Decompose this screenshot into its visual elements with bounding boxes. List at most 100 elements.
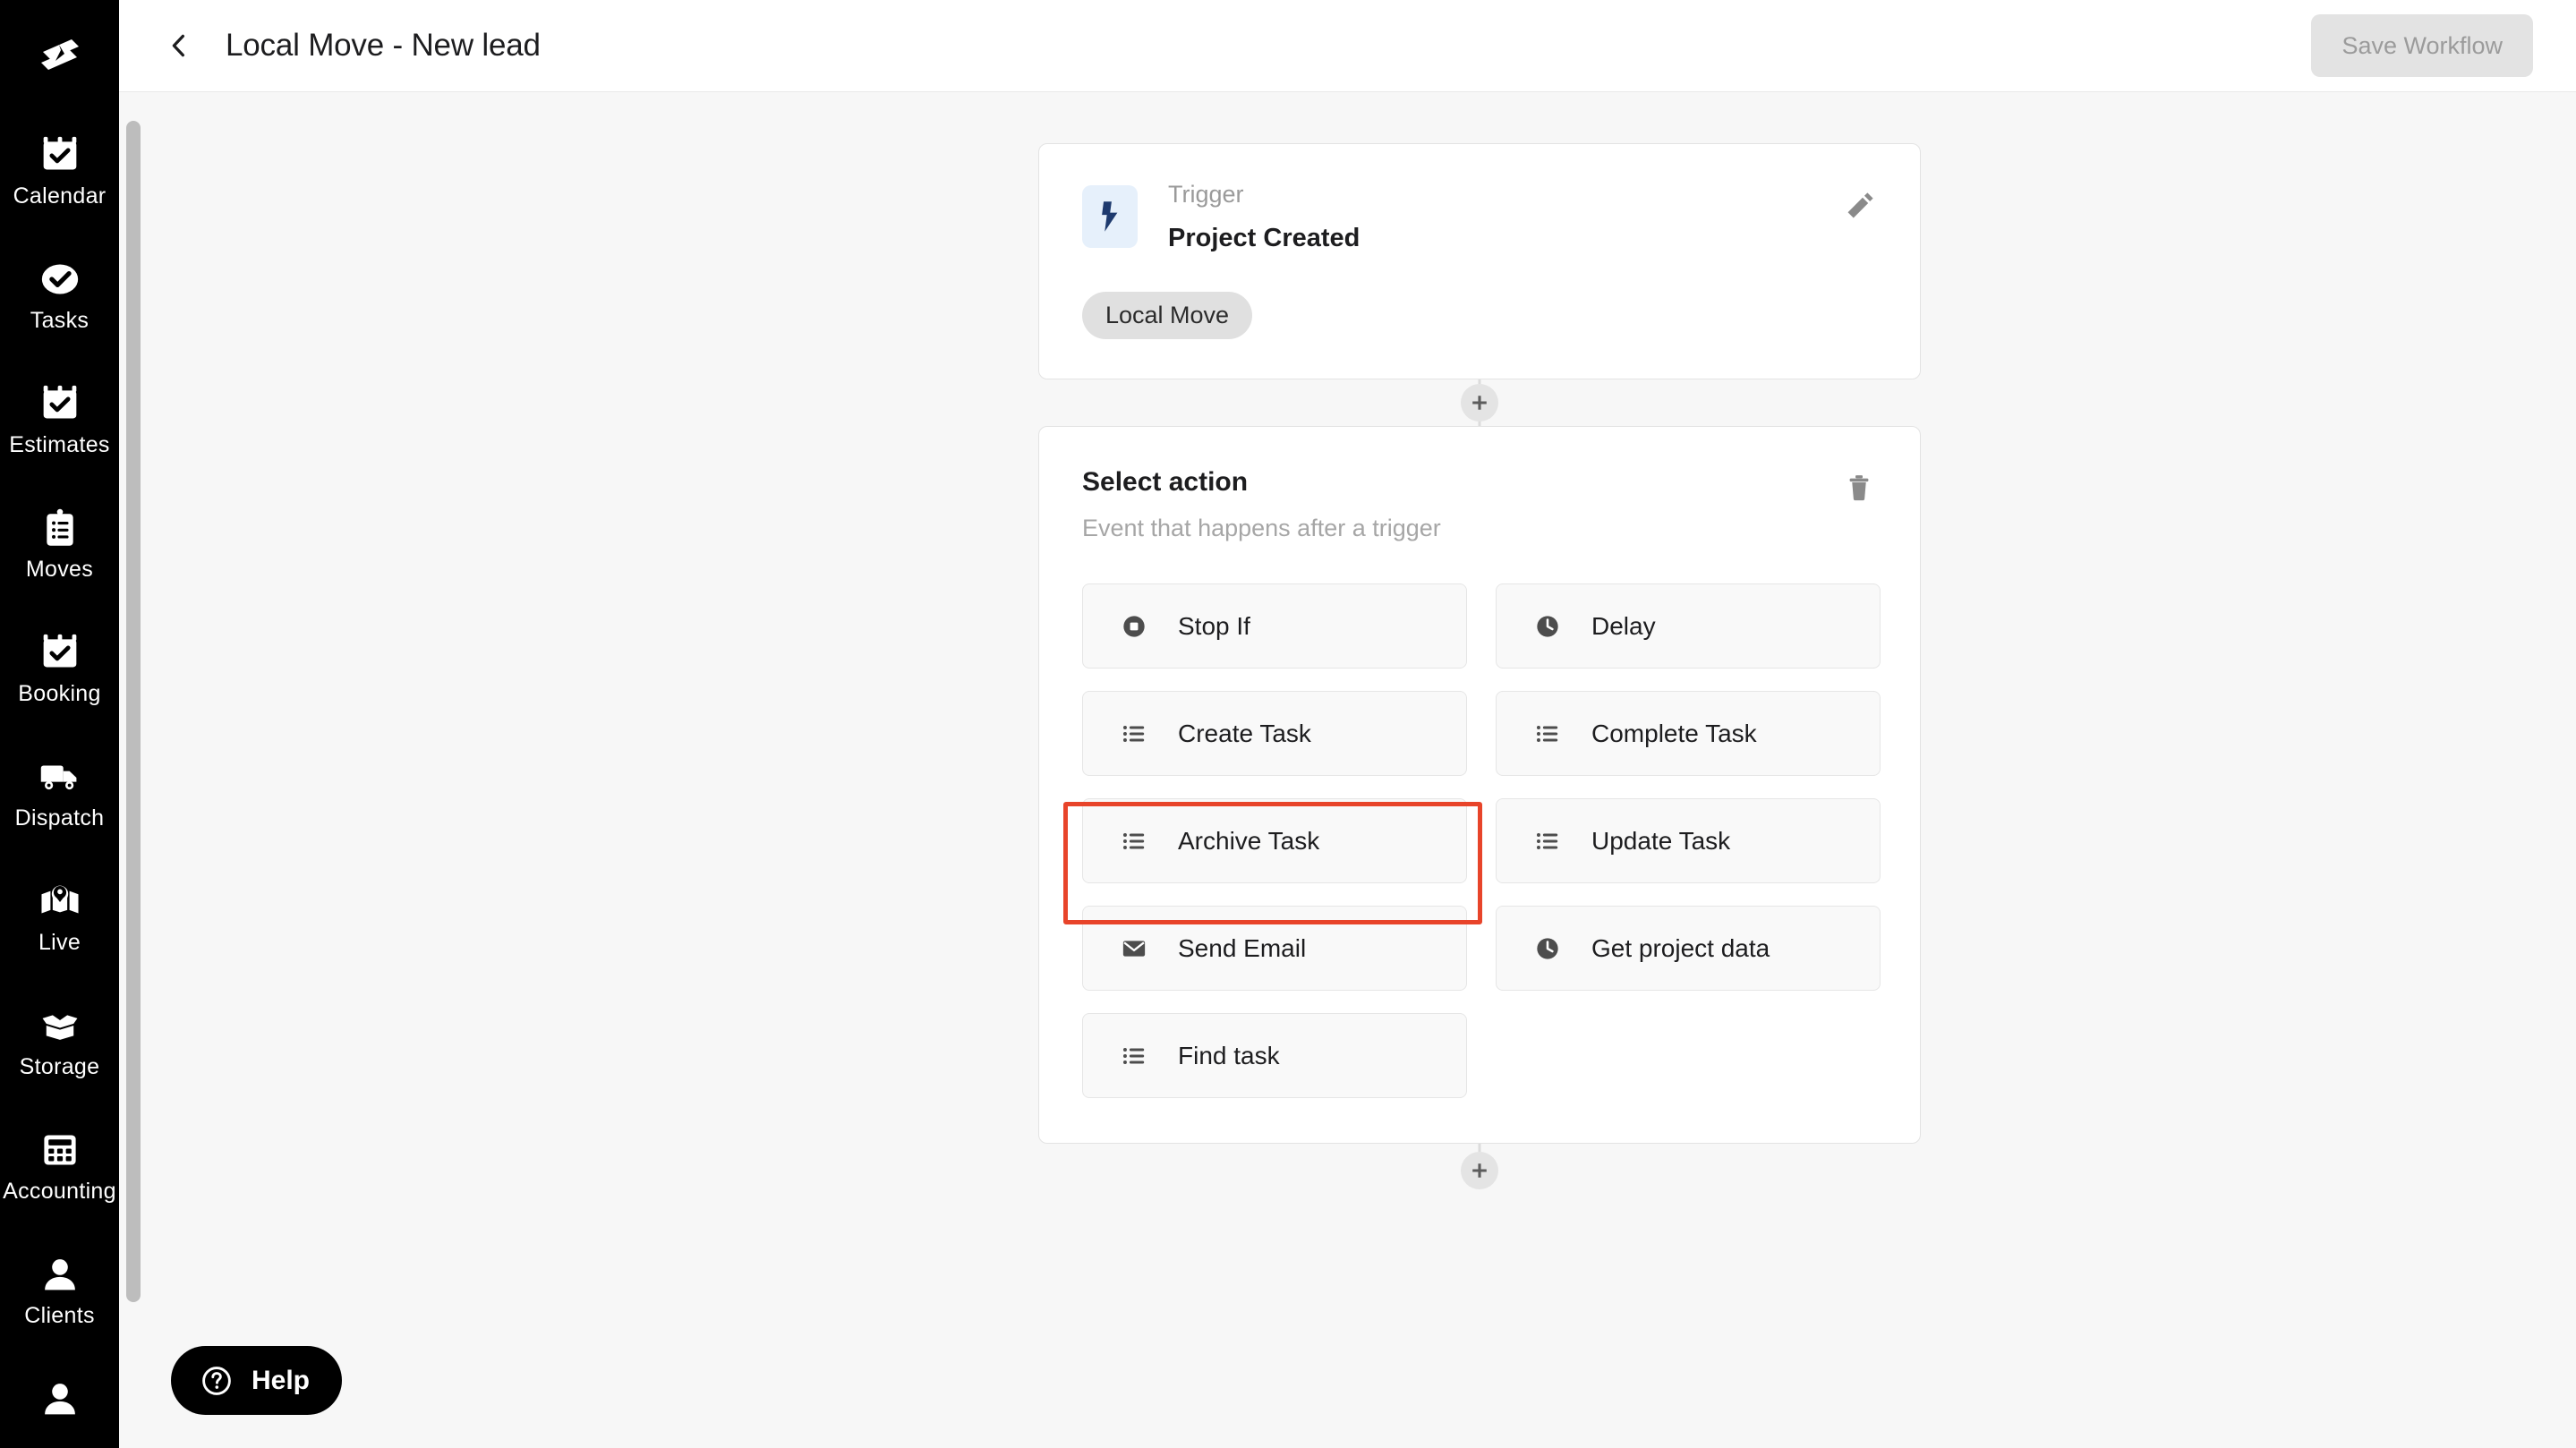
pencil-icon: [1847, 192, 1873, 218]
sidebar-item-label: Tasks: [30, 308, 90, 333]
app-logo-icon: [40, 38, 79, 70]
action-button-label: Stop If: [1178, 611, 1250, 640]
trash-icon: [1849, 475, 1869, 501]
save-workflow-button[interactable]: Save Workflow: [2311, 14, 2533, 77]
action-card-header: Select action Event that happens after a…: [1082, 466, 1881, 542]
action-button-label: Archive Task: [1178, 826, 1320, 855]
action-button-label: Delay: [1591, 611, 1656, 640]
sidebar-item-moves[interactable]: Moves: [0, 492, 119, 617]
calculator-icon: [37, 1127, 83, 1173]
action-card-subtitle: Event that happens after a trigger: [1082, 515, 1441, 541]
sidebar-item-label: Dispatch: [14, 805, 105, 830]
sidebar-item-label: Clients: [24, 1303, 95, 1328]
sidebar-item-label: Storage: [19, 1054, 100, 1079]
stop-circle-icon: [1119, 611, 1149, 642]
edit-trigger-button[interactable]: [1839, 183, 1882, 226]
workflow-builder-app: Calendar Tasks Estimates Moves Booking D…: [0, 0, 2576, 1448]
action-card-title: Select action: [1082, 467, 1249, 497]
delete-action-button[interactable]: [1838, 466, 1881, 509]
list-icon: [1119, 826, 1149, 856]
calendar-check-icon: [37, 380, 83, 427]
main-area: Local Move - New lead Save Workflow Trig…: [119, 0, 2576, 1448]
sidebar-item-calendar[interactable]: Calendar: [0, 119, 119, 243]
trigger-kicker: Trigger: [1168, 181, 1244, 208]
trigger-icon-container: [1082, 185, 1138, 248]
action-button-complete-task[interactable]: Complete Task: [1496, 691, 1881, 777]
action-button-update-task[interactable]: Update Task: [1496, 798, 1881, 884]
list-icon: [1119, 1041, 1149, 1071]
chevron-left-icon: [172, 34, 184, 57]
action-button-label: Send Email: [1178, 933, 1307, 962]
sidebar-item-tasks[interactable]: Tasks: [0, 243, 119, 368]
trigger-card[interactable]: Trigger Project Created Local Move: [1038, 143, 1921, 379]
plus-icon: [1472, 1163, 1487, 1179]
sidebar-item-label: Moves: [25, 557, 94, 582]
person-icon: [37, 1376, 83, 1422]
canvas-scrollbar-thumb[interactable]: [126, 121, 141, 1302]
sidebar-item-dispatch[interactable]: Dispatch: [0, 741, 119, 865]
sidebar-item-label: Booking: [18, 681, 101, 706]
add-step-button-bottom[interactable]: [1461, 1152, 1498, 1190]
sidebar-item-label: Live: [38, 930, 81, 955]
connector-bottom: [1038, 1144, 1921, 1190]
workflow-canvas: Trigger Project Created Local Move Selec…: [119, 92, 2576, 1448]
sidebar-item-storage[interactable]: Storage: [0, 990, 119, 1114]
list-icon: [1119, 719, 1149, 749]
sidebar-item-live[interactable]: Live: [0, 865, 119, 990]
action-button-label: Create Task: [1178, 719, 1311, 747]
sidebar-item-label: Estimates: [9, 432, 110, 457]
list-icon: [1532, 719, 1563, 749]
clock-icon: [1532, 611, 1563, 642]
sidebar-item-booking[interactable]: Booking: [0, 617, 119, 741]
action-button-send-email[interactable]: Send Email: [1082, 906, 1467, 992]
help-button[interactable]: Help: [171, 1346, 343, 1415]
sidebar: Calendar Tasks Estimates Moves Booking D…: [0, 0, 119, 1448]
list-icon: [1532, 826, 1563, 856]
action-button-label: Update Task: [1591, 826, 1731, 855]
box-icon: [37, 1002, 83, 1049]
back-button[interactable]: [158, 25, 200, 66]
trigger-texts: Trigger Project Created: [1168, 180, 1839, 254]
action-button-label: Complete Task: [1591, 719, 1757, 747]
plus-icon: [1472, 396, 1487, 410]
calendar-check-icon: [37, 132, 83, 178]
lightning-bolt-icon: [1102, 201, 1118, 232]
connector-top: [1038, 379, 1921, 426]
action-card-header-texts: Select action Event that happens after a…: [1082, 466, 1838, 542]
trigger-name: Project Created: [1168, 223, 1361, 252]
action-button-archive-task[interactable]: Archive Task: [1082, 798, 1467, 884]
workflow-flow: Trigger Project Created Local Move Selec…: [1038, 143, 1921, 1190]
add-step-button-top[interactable]: [1461, 384, 1498, 422]
truck-icon: [37, 754, 83, 800]
sidebar-nav: Calendar Tasks Estimates Moves Booking D…: [0, 119, 119, 1448]
sidebar-item-accounting[interactable]: Accounting: [0, 1114, 119, 1239]
action-button-find-task[interactable]: Find task: [1082, 1013, 1467, 1099]
action-button-label: Get project data: [1591, 933, 1770, 962]
action-button-stop-if[interactable]: Stop If: [1082, 583, 1467, 669]
action-grid: Stop If Delay Create Task Complete Task …: [1082, 583, 1881, 1099]
clipboard-list-icon: [37, 505, 83, 551]
trigger-row: Trigger Project Created: [1082, 180, 1882, 254]
map-pin-icon: [37, 878, 83, 924]
help-label: Help: [252, 1365, 311, 1395]
question-circle-icon: [198, 1362, 235, 1400]
page-title: Local Move - New lead: [226, 28, 541, 63]
sidebar-item-estimates[interactable]: Estimates: [0, 368, 119, 492]
envelope-icon: [1119, 933, 1149, 964]
sidebar-item-label: Calendar: [13, 183, 107, 209]
check-circle-icon: [37, 256, 83, 302]
action-button-label: Find task: [1178, 1041, 1280, 1069]
trigger-tag: Local Move: [1082, 292, 1253, 339]
sidebar-item-label: Accounting: [3, 1179, 116, 1204]
action-button-create-task[interactable]: Create Task: [1082, 691, 1467, 777]
page-header: Local Move - New lead Save Workflow: [119, 0, 2576, 92]
person-icon: [37, 1251, 83, 1298]
action-button-delay[interactable]: Delay: [1496, 583, 1881, 669]
canvas-scrollbar[interactable]: [119, 92, 144, 1448]
select-action-card: Select action Event that happens after a…: [1038, 426, 1921, 1145]
clock-icon: [1532, 933, 1563, 964]
app-logo[interactable]: [0, 0, 119, 119]
sidebar-item-clients[interactable]: Clients: [0, 1239, 119, 1363]
action-button-get-project-data[interactable]: Get project data: [1496, 906, 1881, 992]
sidebar-item-partial[interactable]: [0, 1363, 119, 1448]
